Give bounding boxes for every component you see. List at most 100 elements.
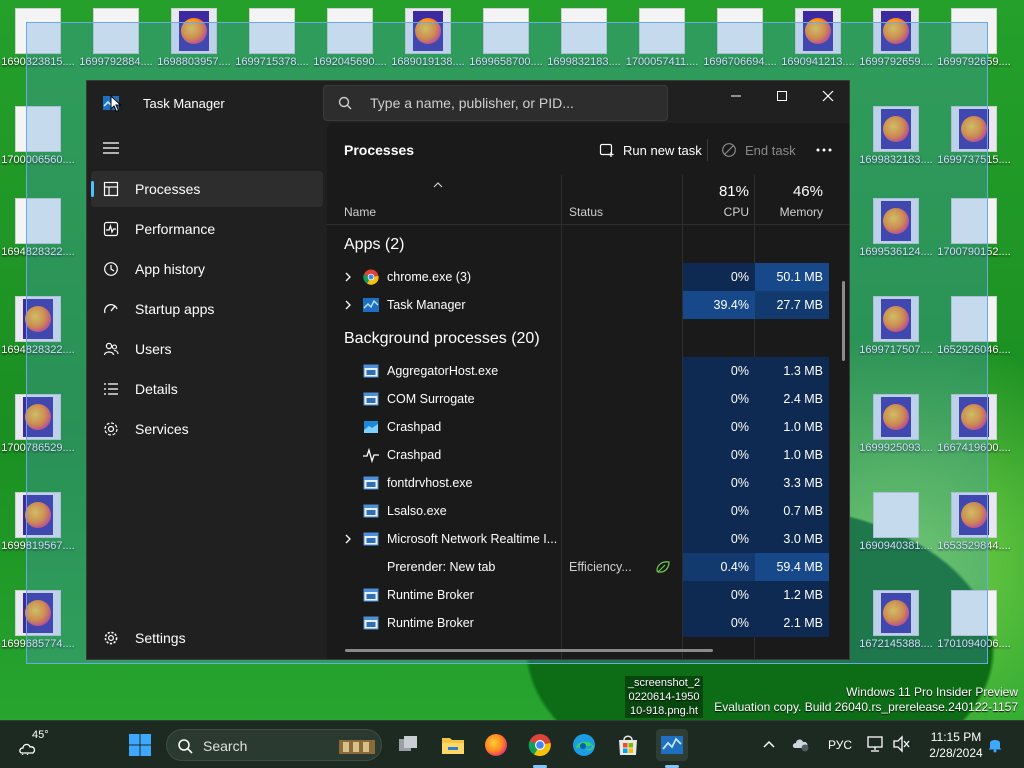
app-history-icon [104, 262, 118, 276]
column-header-name[interactable]: Name [344, 205, 376, 219]
process-cpu: 0% [683, 609, 755, 637]
close-icon [822, 90, 834, 102]
weather-widget[interactable]: 45° [16, 729, 56, 761]
window-icon [363, 392, 379, 406]
column-header-cpu[interactable]: CPU [683, 205, 749, 219]
chrome-icon [363, 269, 379, 285]
nav-label: Services [135, 421, 189, 437]
minimize-button[interactable] [713, 81, 759, 111]
nav-item-startup-apps[interactable]: Startup apps [91, 291, 323, 327]
nav-item-performance[interactable]: Performance [91, 211, 323, 247]
process-row[interactable]: fontdrvhost.exe 0% 3.3 MB [327, 469, 829, 497]
column-header-status[interactable]: Status [569, 205, 603, 219]
chevron-right-icon[interactable] [343, 271, 353, 283]
title-bar[interactable]: Task Manager [87, 81, 849, 123]
task-manager-taskbar-button[interactable] [656, 729, 688, 761]
firefox-taskbar-button[interactable] [480, 729, 512, 761]
process-name: chrome.exe (3) [387, 270, 472, 284]
services-icon [104, 422, 118, 436]
maximize-button[interactable] [759, 81, 805, 111]
task-manager-window: Task Manager Type a name, publisher, or … [86, 80, 850, 660]
nav-item-users[interactable]: Users [91, 331, 323, 367]
process-memory: 2.1 MB [755, 609, 829, 637]
process-row[interactable]: Crashpad 0% 1.0 MB [327, 413, 829, 441]
process-row[interactable]: AggregatorHost.exe 0% 1.3 MB [327, 357, 829, 385]
nav-item-details[interactable]: Details [91, 371, 323, 407]
process-row[interactable]: Runtime Broker 0% 2.1 MB [327, 609, 829, 637]
task-view-button[interactable] [392, 729, 424, 761]
group-header-background: Background processes (20) [344, 330, 540, 347]
processes-panel: Processes Run new task End task Name Sta… [327, 123, 849, 659]
process-row[interactable]: COM Surrogate 0% 2.4 MB [327, 385, 829, 413]
details-icon [104, 383, 118, 395]
process-name: Prerender: New tab [387, 560, 496, 574]
process-name: Microsoft Network Realtime I... [387, 532, 557, 546]
process-row[interactable]: Runtime Broker 0% 1.2 MB [327, 581, 829, 609]
clock-time: 11:15 PM [930, 730, 982, 744]
evaluation-watermark: Windows 11 Pro Insider Preview Evaluatio… [714, 685, 1018, 715]
nav-item-processes[interactable]: Processes [91, 171, 323, 207]
minimize-icon [731, 95, 741, 97]
process-search-box[interactable] [323, 85, 668, 121]
memory-total: 46% [792, 183, 823, 200]
nav-item-services[interactable]: Services [91, 411, 323, 447]
vertical-scrollbar[interactable] [842, 281, 845, 361]
chrome-icon [528, 734, 551, 757]
notification-bell-icon[interactable] [986, 735, 1004, 753]
chevron-right-icon[interactable] [343, 299, 353, 311]
nav-label: Processes [135, 181, 201, 197]
weather-icon [19, 743, 36, 755]
edge-taskbar-button[interactable] [568, 729, 600, 761]
process-name: Task Manager [387, 298, 466, 312]
chrome-taskbar-button[interactable] [524, 729, 556, 761]
crashpad-icon [364, 421, 378, 433]
chevron-right-icon[interactable] [343, 533, 353, 545]
nav-label: Settings [135, 630, 186, 646]
process-memory: 0.7 MB [755, 497, 829, 525]
process-cpu: 0% [683, 581, 755, 609]
run-new-task-button[interactable]: Run new task [599, 135, 702, 165]
volume-muted-icon[interactable] [892, 735, 910, 753]
chevron-up-icon[interactable] [762, 739, 776, 749]
nav-label: Performance [135, 221, 216, 237]
process-row[interactable]: Lsalso.exe 0% 0.7 MB [327, 497, 829, 525]
more-options-button[interactable] [815, 135, 841, 165]
cpu-total: 81% [718, 183, 749, 200]
horizontal-scrollbar[interactable] [345, 649, 713, 652]
edge-icon [573, 734, 595, 756]
process-row[interactable]: chrome.exe (3) 0% 50.1 MB [327, 263, 829, 291]
network-icon[interactable] [866, 735, 886, 753]
process-memory: 50.1 MB [755, 263, 829, 291]
hamburger-menu-icon[interactable] [103, 141, 119, 155]
close-button[interactable] [805, 81, 849, 111]
process-memory: 2.4 MB [755, 385, 829, 413]
onedrive-icon[interactable] [792, 735, 810, 753]
search-input[interactable] [370, 93, 660, 113]
sort-ascending-icon[interactable] [433, 181, 443, 189]
process-memory: 1.0 MB [755, 413, 829, 441]
file-explorer-button[interactable] [437, 729, 469, 761]
system-clock[interactable]: 11:15 PM 2/28/2024 [916, 729, 996, 761]
nav-item-settings[interactable]: Settings [91, 620, 323, 656]
process-row[interactable]: Prerender: New tab Efficiency... 0.4% 59.4 … [327, 553, 829, 581]
process-row[interactable]: Task Manager 39.4% 27.7 MB [327, 291, 829, 319]
process-cpu: 0% [683, 385, 755, 413]
process-cpu: 0% [683, 357, 755, 385]
process-status: Efficiency... [569, 560, 632, 574]
firefox-icon [485, 734, 507, 756]
window-icon [363, 504, 379, 518]
start-button[interactable] [124, 729, 156, 761]
group-header-apps: Apps (2) [344, 236, 405, 253]
maximize-icon [777, 91, 787, 101]
column-header-memory[interactable]: Memory [755, 205, 823, 219]
pulse-icon [363, 447, 379, 463]
end-task-button[interactable]: End task [721, 135, 796, 165]
process-row[interactable]: Crashpad 0% 1.0 MB [327, 441, 829, 469]
nav-item-app-history[interactable]: App history [91, 251, 323, 287]
taskbar-search[interactable]: Search [166, 729, 382, 761]
process-row[interactable]: Microsoft Network Realtime I... 0% 3.0 MB [327, 525, 829, 553]
gear-icon [104, 631, 118, 645]
store-taskbar-button[interactable] [612, 729, 644, 761]
input-language-indicator[interactable]: РУС [828, 738, 852, 752]
desktop-file-label[interactable]: _screenshot_2 0220614-1950 10-918.png.ht [625, 676, 703, 718]
